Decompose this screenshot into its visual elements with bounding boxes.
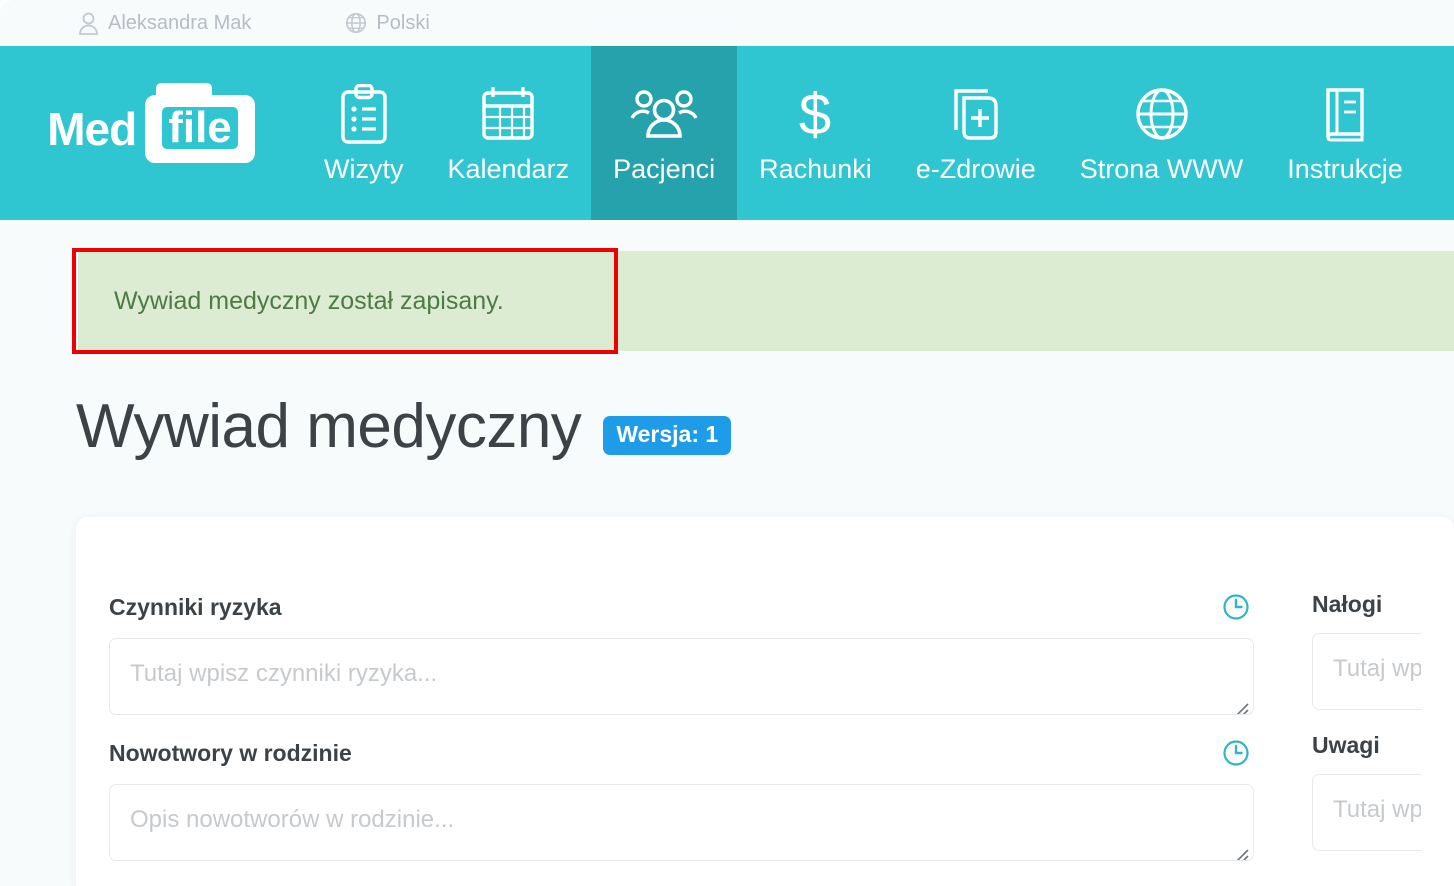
globe-icon: [1133, 84, 1191, 146]
brand-text-file: file: [162, 106, 238, 149]
user-name-label: Aleksandra Mak: [108, 12, 252, 34]
page-header: Wywiad medyczny Wersja: 1: [76, 392, 732, 461]
field-label-uwagi: Uwagi: [1312, 732, 1380, 758]
resize-grip-icon[interactable]: [1234, 842, 1250, 860]
textarea-czynniki-ryzyka[interactable]: Tutaj wpisz czynniki ryzyka...: [109, 638, 1254, 715]
clock-history-icon[interactable]: [1222, 593, 1250, 621]
field-czynniki-ryzyka: Czynniki ryzyka Tutaj wpisz czynniki ryz…: [109, 593, 1254, 715]
nav-label-wizyty: Wizyty: [324, 153, 404, 184]
language-selector[interactable]: Polski: [345, 12, 430, 34]
field-head: Nowotwory w rodzinie: [109, 739, 1254, 767]
patients-icon: [629, 84, 699, 146]
nav-item-rachunki[interactable]: $ Rachunki: [737, 46, 894, 220]
brand-logo[interactable]: Med file: [0, 46, 302, 220]
clipboard-icon: [337, 83, 391, 146]
field-head: Uwagi: [1312, 734, 1421, 757]
resize-grip-icon[interactable]: [1234, 696, 1250, 714]
brand-text-med: Med: [47, 103, 137, 155]
nav-label-rachunki: Rachunki: [759, 153, 872, 184]
calendar-icon: [479, 84, 537, 146]
nav-label-ezdrowie: e-Zdrowie: [915, 153, 1036, 184]
field-label-nowotwory-w-rodzinie: Nowotwory w rodzinie: [109, 739, 352, 766]
version-badge: Wersja: 1: [603, 415, 732, 455]
form-column-right: Nałogi Tutaj wpisz... Uwagi Tutaj wpisz.…: [1312, 593, 1421, 885]
nav-label-strona-www: Strona WWW: [1079, 153, 1244, 184]
dollar-icon: $: [792, 84, 838, 146]
field-label-czynniki-ryzyka: Czynniki ryzyka: [109, 593, 282, 620]
page-title: Wywiad medyczny: [76, 392, 582, 461]
user-menu[interactable]: Aleksandra Mak: [78, 12, 251, 35]
svg-text:$: $: [799, 84, 831, 146]
nav-item-ezdrowie[interactable]: e-Zdrowie: [894, 46, 1058, 220]
nav-item-strona-www[interactable]: Strona WWW: [1058, 46, 1266, 220]
app-window: Aleksandra Mak Polski Med file Wizyty Ka…: [0, 0, 1454, 886]
main-navigation: Med file Wizyty Kalendarz Pacjenci $ Rac…: [0, 46, 1454, 220]
field-label-nalogi: Nałogi: [1312, 593, 1383, 617]
nav-item-kalendarz[interactable]: Kalendarz: [425, 46, 591, 220]
field-head: Nałogi: [1312, 593, 1421, 616]
nav-label-pacjenci: Pacjenci: [613, 153, 716, 184]
medical-interview-card: Czynniki ryzyka Tutaj wpisz czynniki ryz…: [76, 517, 1454, 886]
textarea-uwagi[interactable]: Tutaj wpisz...: [1312, 774, 1421, 851]
field-nalogi: Nałogi Tutaj wpisz...: [1312, 593, 1421, 710]
success-alert: Wywiad medyczny został zapisany.: [78, 251, 1454, 351]
nav-item-pacjenci[interactable]: Pacjenci: [591, 46, 738, 220]
field-nowotwory-w-rodzinie: Nowotwory w rodzinie Opis nowotworów w r…: [109, 739, 1254, 861]
form-grid: Czynniki ryzyka Tutaj wpisz czynniki ryz…: [76, 517, 1454, 885]
clock-history-icon[interactable]: [1222, 739, 1250, 767]
language-label: Polski: [376, 12, 430, 34]
user-icon: [78, 12, 99, 35]
medical-file-icon: [947, 84, 1005, 146]
textarea-nowotwory-w-rodzinie[interactable]: Opis nowotworów w rodzinie...: [109, 784, 1254, 861]
field-uwagi: Uwagi Tutaj wpisz...: [1312, 734, 1421, 851]
book-icon: [1318, 84, 1372, 146]
top-utility-bar: Aleksandra Mak Polski: [0, 0, 1454, 46]
textarea-nalogi[interactable]: Tutaj wpisz...: [1312, 633, 1421, 710]
form-column-left: Czynniki ryzyka Tutaj wpisz czynniki ryz…: [109, 593, 1254, 885]
nav-label-kalendarz: Kalendarz: [447, 153, 570, 184]
globe-icon: [345, 12, 367, 34]
nav-item-instrukcje[interactable]: Instrukcje: [1265, 46, 1425, 220]
success-alert-message: Wywiad medyczny został zapisany.: [114, 286, 504, 315]
brand-file-box: file: [145, 83, 255, 163]
nav-item-wizyty[interactable]: Wizyty: [302, 46, 425, 220]
nav-label-instrukcje: Instrukcje: [1287, 153, 1403, 184]
field-head: Czynniki ryzyka: [109, 593, 1254, 621]
